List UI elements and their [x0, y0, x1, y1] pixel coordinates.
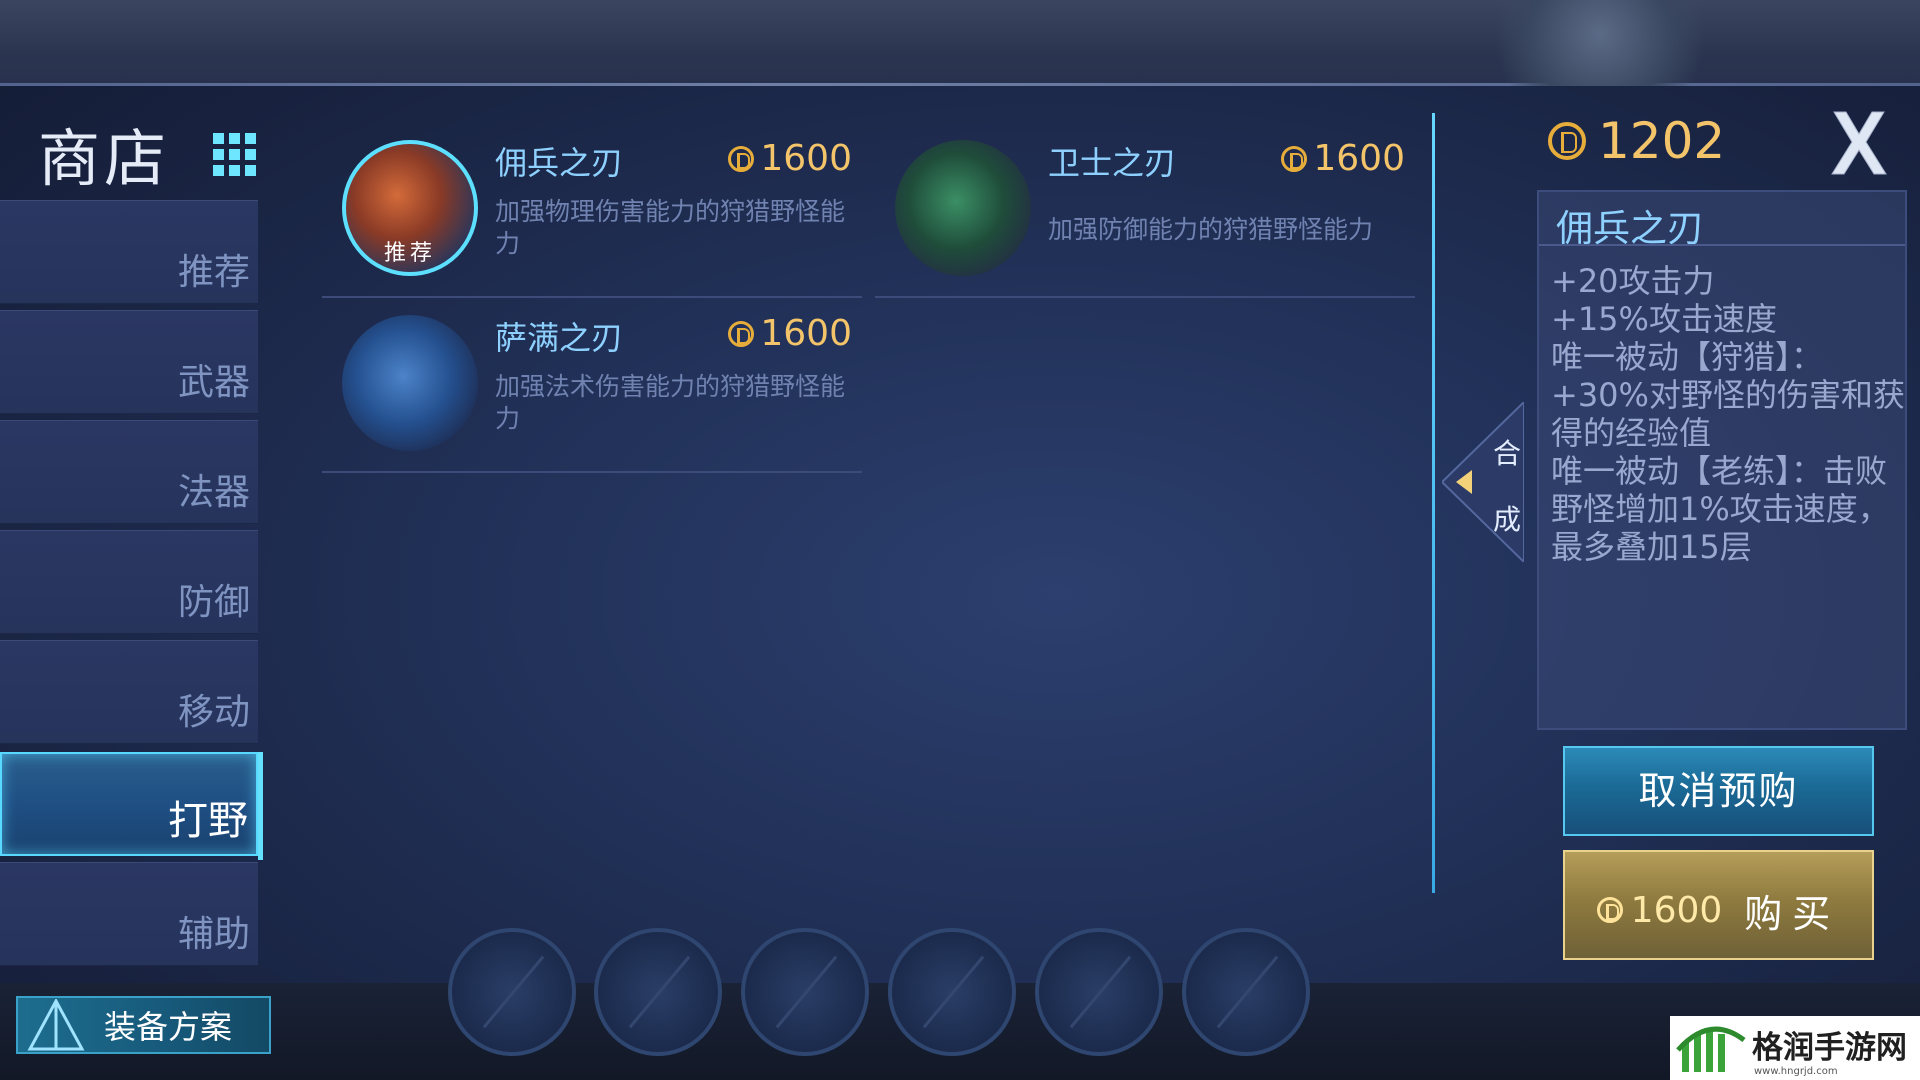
equipment-slot[interactable]	[888, 928, 1016, 1056]
gold-coin-icon	[1548, 122, 1586, 160]
passive-line: 唯一被动【狩猎】：+30%对野怪的伤害和获得的经验值	[1551, 338, 1905, 452]
combine-label-2: 成	[1492, 503, 1521, 536]
shop-title: 商店	[38, 122, 171, 195]
gold-coin-icon	[1281, 145, 1308, 172]
item-icon	[342, 315, 478, 451]
stat-line: +15%攻击速度	[1551, 300, 1777, 338]
item-divider	[875, 296, 1415, 298]
watermark-text: 格润手游网	[1752, 1030, 1907, 1066]
category-tab-jungle[interactable]: 打野	[0, 752, 258, 856]
site-watermark: 格润手游网 www.hngrjd.com	[1670, 1016, 1920, 1080]
category-label: 推荐	[177, 252, 250, 293]
gold-coin-icon	[728, 145, 755, 172]
equipment-slot[interactable]	[1182, 928, 1310, 1056]
gold-balance: 1202	[1548, 112, 1725, 170]
equipment-slot[interactable]	[594, 928, 722, 1056]
item-description: 加强法术伤害能力的狩猎野怪能力	[495, 372, 846, 433]
buy-price: 1600	[1630, 889, 1723, 931]
combine-label-1: 合	[1492, 437, 1521, 470]
category-label: 武器	[177, 362, 250, 403]
grid-view-icon[interactable]	[205, 125, 265, 185]
equipment-slot[interactable]	[741, 928, 869, 1056]
item-price-value: 1600	[1313, 138, 1405, 179]
item-price-value: 1600	[760, 313, 852, 354]
category-label: 法器	[177, 472, 250, 513]
equipment-plan-label: 装备方案	[104, 1008, 233, 1046]
item-card-guardian-blade[interactable]: 卫士之刃 1600 加强防御能力的狩猎野怪能力	[875, 118, 1415, 293]
category-tab-defense[interactable]: 防御	[0, 530, 258, 634]
combine-tab-shape	[1442, 402, 1524, 562]
equipment-slot[interactable]	[448, 928, 576, 1056]
equipment-slot[interactable]	[1035, 928, 1163, 1056]
detail-divider	[1539, 244, 1905, 246]
gold-balance-value: 1202	[1598, 112, 1726, 170]
item-price: 1600	[728, 313, 852, 354]
item-price: 1600	[1281, 138, 1405, 179]
category-label: 移动	[177, 692, 250, 733]
gold-coin-icon	[1596, 897, 1623, 923]
equipment-plan-button[interactable]: 装备方案	[16, 996, 271, 1054]
panel-divider	[1432, 113, 1435, 893]
buy-button[interactable]: 1600 购买	[1563, 850, 1874, 960]
category-tab-weapon[interactable]: 武器	[0, 310, 258, 414]
buy-label: 购买	[1744, 891, 1841, 936]
detail-stats: +20攻击力 +15%攻击速度 唯一被动【狩猎】：+30%对野怪的伤害和获得的经…	[1551, 262, 1907, 566]
item-price: 1600	[728, 138, 852, 179]
recommend-badge: 推荐	[383, 241, 436, 266]
plan-icon	[27, 999, 85, 1051]
item-description: 加强防御能力的狩猎野怪能力	[1048, 215, 1374, 244]
category-tab-support[interactable]: 辅助	[0, 862, 258, 966]
item-name: 卫士之刃	[1048, 144, 1177, 182]
item-description: 加强物理伤害能力的狩猎野怪能力	[495, 197, 846, 258]
item-icon	[895, 140, 1031, 276]
item-name: 萨满之刃	[495, 319, 624, 357]
close-icon[interactable]	[1828, 108, 1890, 176]
watermark-url: www.hngrjd.com	[1754, 1066, 1838, 1077]
top-decoration	[1470, 0, 1730, 86]
watermark-logo	[1676, 1026, 1746, 1072]
category-label: 打野	[168, 798, 248, 844]
gold-coin-icon	[728, 320, 755, 347]
category-label: 防御	[177, 582, 250, 623]
item-price-value: 1600	[760, 138, 852, 179]
category-tab-magic[interactable]: 法器	[0, 420, 258, 524]
item-card-shaman-blade[interactable]: 萨满之刃 1600 加强法术伤害能力的狩猎野怪能力	[322, 293, 862, 468]
category-label: 辅助	[177, 914, 250, 955]
combine-tab[interactable]: 合 成	[1442, 402, 1524, 562]
active-category-indicator	[258, 752, 263, 860]
passive-line: 唯一被动【老练】：击败野怪增加1%攻击速度，最多叠加15层	[1551, 452, 1890, 566]
item-detail-panel: 佣兵之刃 +20攻击力 +15%攻击速度 唯一被动【狩猎】：+30%对野怪的伤害…	[1537, 190, 1907, 730]
cancel-preorder-button[interactable]: 取消预购	[1563, 746, 1874, 836]
stat-line: +20攻击力	[1551, 262, 1715, 300]
category-tab-movement[interactable]: 移动	[0, 640, 258, 744]
item-divider	[322, 471, 862, 473]
item-card-mercenary-blade[interactable]: 推荐 佣兵之刃 1600 加强物理伤害能力的狩猎野怪能力	[322, 118, 862, 293]
item-name: 佣兵之刃	[495, 144, 624, 182]
category-tab-recommend[interactable]: 推荐	[0, 200, 258, 304]
